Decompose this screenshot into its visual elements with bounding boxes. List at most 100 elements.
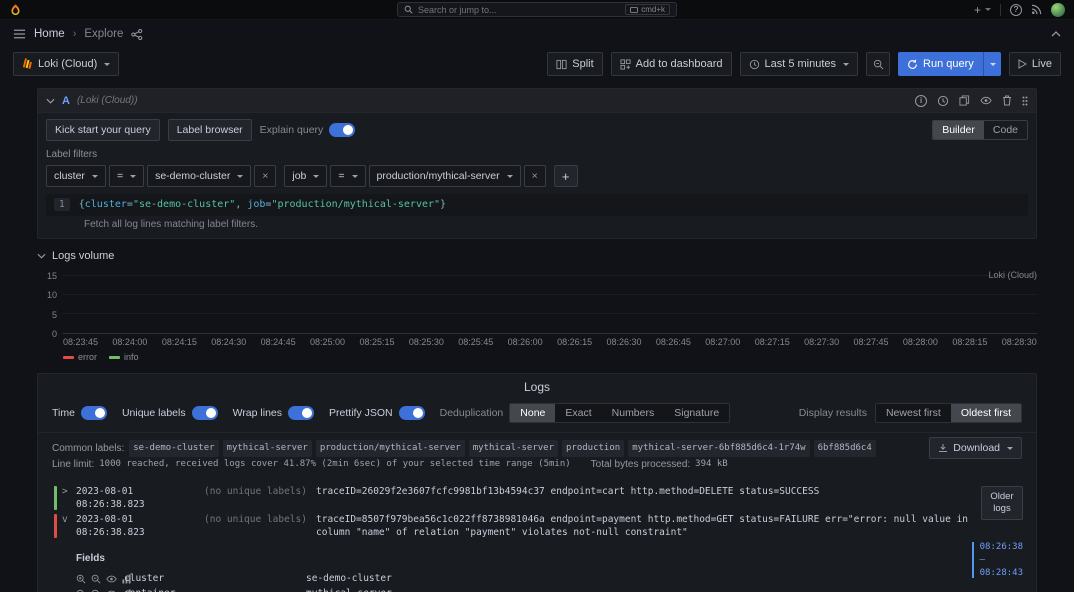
dedup-option-signature[interactable]: Signature [664, 404, 729, 422]
filter-field-dropdown[interactable]: cluster [46, 165, 106, 187]
query-actions-row: Kick start your query Label browser Expl… [38, 113, 1036, 147]
time-marker-start[interactable]: 08:26:38 [980, 542, 1023, 552]
time-range-picker[interactable]: Last 5 minutes [740, 52, 859, 76]
filter-field-dropdown[interactable]: job [284, 165, 327, 187]
legend-item-error[interactable]: error [63, 352, 97, 362]
field-value: mythical-server [306, 586, 976, 592]
logs-volume-title: Logs volume [52, 250, 114, 262]
code-line-number: 1 [54, 198, 70, 211]
user-avatar[interactable] [1051, 3, 1065, 17]
x-axis-tick: 08:25:15 [359, 337, 394, 347]
chevron-down-icon[interactable] [46, 98, 55, 104]
filter-value-dropdown[interactable]: se-demo-cluster [147, 165, 251, 187]
split-button[interactable]: Split [547, 52, 602, 76]
mode-option-builder[interactable]: Builder [933, 121, 984, 139]
filter-value-dropdown-label: production/mythical-server [377, 170, 500, 182]
query-code[interactable]: {cluster="se-demo-cluster", job="product… [79, 198, 446, 212]
breadcrumb-explore[interactable]: Explore [84, 28, 123, 40]
expand-row-chevron[interactable]: > [62, 485, 76, 498]
plus-icon: + [974, 3, 981, 17]
legend-item-info[interactable]: info [109, 352, 139, 362]
caret-down-icon [313, 175, 319, 178]
log-unique-labels: (no unique labels) [204, 485, 316, 498]
dedup-control: Deduplication NoneExactNumbersSignature [440, 403, 731, 423]
query-preview-box: 1 {cluster="se-demo-cluster", job="produ… [46, 194, 1028, 216]
kick-start-query-button[interactable]: Kick start your query [46, 119, 160, 141]
download-button[interactable]: Download [929, 437, 1022, 459]
breadcrumb-home[interactable]: Home [34, 28, 65, 40]
explain-query-toggle[interactable] [329, 123, 355, 137]
caret-down-icon [237, 175, 243, 178]
add-to-dashboard-button[interactable]: Add to dashboard [611, 52, 732, 76]
filter-op-dropdown-label: = [117, 170, 123, 182]
x-axis-tick: 08:24:00 [112, 337, 147, 347]
datasource-label: Loki (Cloud) [38, 58, 97, 70]
filter-out-value-icon[interactable] [91, 574, 101, 584]
display-results-label: Display results [799, 407, 867, 419]
dedup-option-none[interactable]: None [510, 404, 555, 422]
mode-option-code[interactable]: Code [984, 121, 1027, 139]
line-limit-line: Line limit: 1000 reached, received logs … [52, 457, 1022, 472]
duplicate-query-icon[interactable] [959, 95, 970, 106]
collapse-toolbar-chevron-icon[interactable] [1051, 31, 1061, 37]
filter-op-dropdown[interactable]: = [109, 165, 144, 187]
common-label-chip: se-demo-cluster [129, 440, 218, 457]
dedup-option-exact[interactable]: Exact [555, 404, 601, 422]
query-history-icon[interactable] [937, 95, 949, 107]
remove-filter-button[interactable]: × [524, 165, 546, 187]
dedup-option-numbers[interactable]: Numbers [602, 404, 665, 422]
filter-for-value-icon[interactable] [76, 574, 86, 584]
new-item-button[interactable]: + [974, 3, 991, 17]
order-option-oldest-first[interactable]: Oldest first [951, 404, 1021, 422]
news-rss-icon[interactable] [1031, 4, 1042, 15]
run-query-button[interactable]: Run query [898, 52, 983, 76]
logs-controls-row: TimeUnique labelsWrap linesPrettify JSON… [38, 398, 1036, 428]
toggle-switch[interactable] [81, 406, 107, 420]
filter-for-value-icon[interactable] [76, 589, 86, 592]
query-info-icon[interactable]: i [915, 95, 927, 107]
delete-query-trash-icon[interactable] [1002, 95, 1012, 106]
time-marker-end[interactable]: 08:28:43 [980, 568, 1023, 578]
filter-value-dropdown[interactable]: production/mythical-server [369, 165, 521, 187]
menu-icon[interactable] [13, 29, 26, 39]
code-token: , [235, 199, 247, 210]
log-row[interactable]: >2023-08-01 08:26:38.823(no unique label… [52, 484, 976, 512]
zoom-out-time-button[interactable] [866, 52, 890, 76]
logs-volume-chart: 051015 [37, 276, 1037, 334]
toggle-field-visibility-icon[interactable] [106, 575, 117, 583]
log-details: Fieldsclusterse-demo-clustercontainermyt… [52, 540, 976, 592]
drag-handle-icon[interactable] [1022, 96, 1028, 106]
run-query-button-group: Run query [898, 52, 1001, 76]
filter-out-value-icon[interactable] [91, 589, 101, 592]
grafana-logo[interactable] [9, 3, 22, 17]
code-token: "se-demo-cluster" [133, 199, 235, 210]
legend-color-swatch [63, 356, 74, 359]
sync-icon [907, 59, 918, 70]
display-results-control: Display results Newest firstOldest first [799, 403, 1022, 423]
filter-op-dropdown[interactable]: = [330, 165, 365, 187]
share-icon[interactable] [131, 29, 143, 40]
older-logs-button[interactable]: Older logs [981, 486, 1023, 520]
code-token: "production/mythical-server" [271, 199, 440, 210]
dedup-group: NoneExactNumbersSignature [509, 403, 730, 423]
run-query-caret-button[interactable] [983, 52, 1001, 76]
help-icon[interactable]: ? [1010, 4, 1022, 16]
order-option-newest-first[interactable]: Newest first [876, 404, 951, 422]
label-browser-button[interactable]: Label browser [168, 119, 252, 141]
toggle-switch[interactable] [192, 406, 218, 420]
toggle-switch[interactable] [288, 406, 314, 420]
global-search-input[interactable]: Search or jump to... cmd+k [397, 2, 677, 17]
collapse-row-chevron[interactable]: v [62, 513, 76, 526]
datasource-picker[interactable]: Loki (Cloud) [13, 52, 119, 76]
legend-color-swatch [109, 356, 120, 359]
logs-volume-header[interactable]: Logs volume [37, 246, 1037, 266]
x-axis-tick: 08:24:15 [162, 337, 197, 347]
query-ref-id[interactable]: A [62, 95, 70, 107]
add-filter-button[interactable]: + [554, 165, 578, 187]
remove-filter-button[interactable]: × [254, 165, 276, 187]
topnav-actions: + ? [974, 3, 1065, 17]
log-row[interactable]: v2023-08-01 08:26:38.823(no unique label… [52, 512, 976, 540]
toggle-switch[interactable] [399, 406, 425, 420]
live-button[interactable]: Live [1009, 52, 1061, 76]
toggle-visibility-eye-icon[interactable] [980, 96, 992, 105]
